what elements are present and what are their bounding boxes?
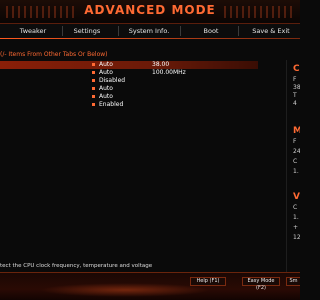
panel-divider (286, 60, 287, 275)
system-info-sidebar: C F 38 T 4 M F 24 C 1. V C 1. + 12 (288, 58, 300, 258)
sidebar-heading: C (293, 64, 300, 74)
help-description: tect the CPU clock frequency, temperatur… (0, 263, 153, 269)
setting-current-value: 100.00MHz (152, 69, 186, 76)
setting-row[interactable]: Auto (0, 85, 258, 93)
section-header: (/- Items From Other Tabs Or Below) (0, 51, 108, 58)
sidebar-heading: M (293, 126, 300, 136)
sidebar-label: + (293, 224, 299, 231)
bullet-icon (92, 71, 95, 74)
setting-row[interactable]: Auto 38.00 (0, 61, 258, 69)
sidebar-label: F (293, 138, 297, 145)
setting-value: Auto (99, 69, 113, 76)
setting-row[interactable]: Auto 100.00MHz (0, 69, 258, 77)
tab-system-info[interactable]: System Info. (122, 24, 176, 38)
sidebar-value: 1. (293, 168, 299, 175)
smart-fan-button[interactable]: Sm (286, 277, 300, 286)
setting-value: Auto (99, 61, 113, 68)
setting-value: Disabled (99, 77, 126, 84)
sidebar-label: T (293, 92, 297, 99)
footer-bar: Help (F1) Easy Mode (F2) Sm (0, 272, 300, 300)
tab-save-exit[interactable]: Save & Exit (244, 24, 298, 38)
settings-panel: (/- Items From Other Tabs Or Below) Auto… (0, 44, 262, 284)
setting-current-value: 38.00 (152, 61, 170, 68)
footer-glow (40, 283, 210, 297)
sidebar-value: 24 (293, 148, 300, 155)
bullet-icon (92, 103, 95, 106)
setting-row[interactable]: Auto (0, 93, 258, 101)
setting-row[interactable]: Enabled (0, 101, 258, 109)
bullet-icon (92, 95, 95, 98)
sidebar-label: F (293, 76, 297, 83)
sidebar-heading: V (293, 192, 300, 202)
tab-bar: Tweaker Settings System Info. Boot Save … (0, 24, 300, 38)
tab-underline (0, 38, 300, 39)
header-bar: ADVANCED MODE (0, 0, 300, 24)
tab-settings[interactable]: Settings (62, 24, 112, 38)
setting-value: Auto (99, 85, 113, 92)
setting-row[interactable]: Disabled (0, 77, 258, 85)
header-decoration-right (224, 6, 294, 18)
sidebar-label: C (293, 204, 298, 211)
sidebar-value: 12 (293, 234, 300, 241)
tab-tweaker[interactable]: Tweaker (8, 24, 58, 38)
sidebar-value: 1. (293, 214, 299, 221)
sidebar-value: 4 (293, 100, 297, 107)
tab-boot[interactable]: Boot (186, 24, 236, 38)
bullet-icon (92, 63, 95, 66)
sidebar-label: C (293, 158, 298, 165)
setting-value: Enabled (99, 101, 124, 108)
tab-divider (180, 26, 181, 36)
sidebar-value: 38 (293, 84, 300, 91)
bullet-icon (92, 79, 95, 82)
easy-mode-button[interactable]: Easy Mode (F2) (242, 277, 280, 291)
tab-divider (118, 26, 119, 36)
help-button[interactable]: Help (F1) (190, 277, 226, 286)
setting-value: Auto (99, 93, 113, 100)
tab-divider (238, 26, 239, 36)
bullet-icon (92, 87, 95, 90)
